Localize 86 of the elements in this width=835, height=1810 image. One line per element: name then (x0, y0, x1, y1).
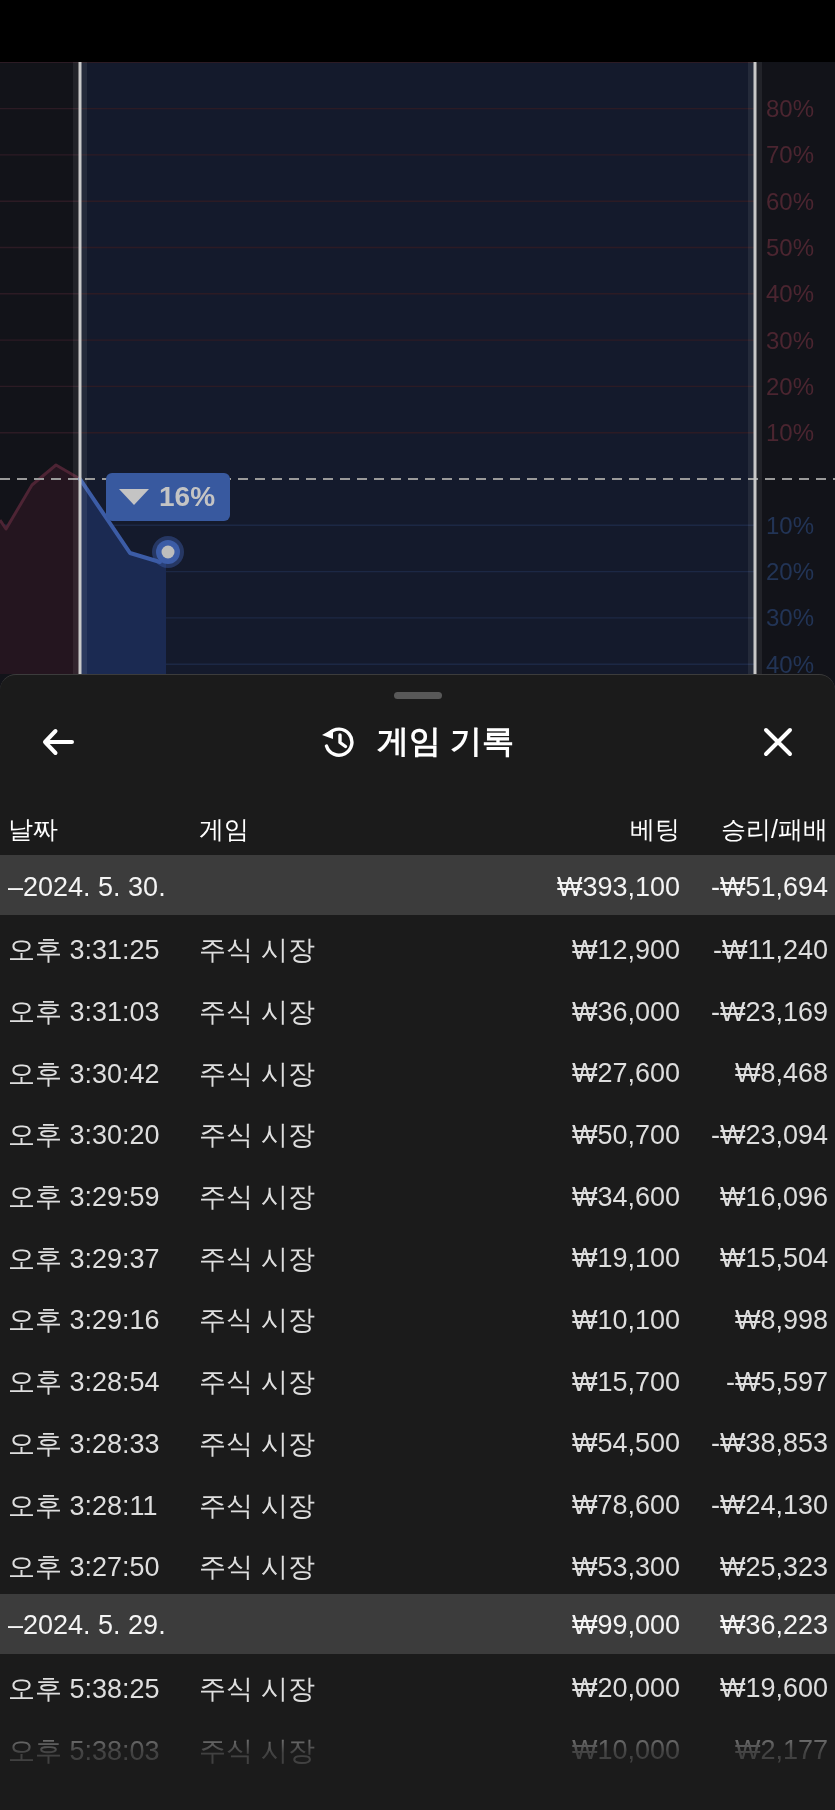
down-triangle-icon (119, 489, 149, 505)
column-header: 베팅 (629, 813, 680, 845)
time-cell-text: 오후 3:27:50 (8, 1551, 161, 1585)
axis-label: 30% (766, 604, 815, 632)
game-cell-text: 주식 시장 (199, 1119, 316, 1153)
axis-label: 20% (766, 372, 815, 400)
bet-cell-text: ₩53,300 (570, 1551, 680, 1583)
bet-cell-text: ₩27,600 (570, 1058, 680, 1090)
bet-cell-text: ₩15,700 (570, 1366, 680, 1398)
result-cell-text: -₩11,240 (711, 934, 828, 966)
bet-cell-text: ₩10,100 (570, 1304, 680, 1336)
game-cell-text: 주식 시장 (199, 1672, 316, 1706)
game-cell-text: 주식 시장 (199, 1366, 316, 1400)
date-group-row[interactable]: –2024. 5. 30. ₩393,100 -₩51,694 (0, 855, 835, 915)
group-date: –2024. 5. 29. (8, 1610, 167, 1642)
time-cell-text: 오후 3:29:59 (8, 1181, 161, 1215)
back-button[interactable] (42, 728, 74, 756)
game-cell-text: 주식 시장 (199, 1057, 316, 1091)
game-cell-text: 주식 시장 (199, 934, 316, 968)
close-icon (763, 727, 793, 757)
point-marker-icon (152, 536, 184, 568)
time-cell-text: 오후 3:29:16 (8, 1304, 161, 1338)
time-cell-text: 오후 3:31:25 (8, 934, 161, 968)
close-button[interactable] (763, 727, 793, 757)
result-cell-text: -₩38,853 (709, 1428, 828, 1460)
date-group-row[interactable]: –2024. 5. 29. ₩99,000 ₩36,223 (0, 1593, 835, 1654)
axis-label: 50% (766, 234, 815, 261)
time-cell-text: 오후 3:28:33 (8, 1427, 161, 1461)
result-cell-text: -₩23,094 (709, 1119, 828, 1151)
game-cell-text: 주식 시장 (199, 996, 316, 1030)
game-cell-text: 주식 시장 (199, 1551, 316, 1585)
group-bet-total: ₩393,100 (555, 871, 680, 903)
time-cell-text: 오후 3:30:42 (8, 1057, 161, 1091)
group-bet-total: ₩99,000 (570, 1610, 680, 1642)
axis-label: 80% (766, 95, 815, 123)
time-cell-text: 오후 3:28:11 (8, 1489, 159, 1523)
change-percent: 16% (159, 481, 216, 513)
column-header: 게임 (199, 813, 250, 845)
group-result-total: ₩36,223 (718, 1610, 828, 1642)
group-date: –2024. 5. 30. (8, 871, 167, 903)
game-cell-text: 주식 시장 (199, 1181, 316, 1215)
history-icon (321, 726, 356, 758)
bet-cell-text: ₩50,700 (570, 1119, 680, 1151)
result-cell-text: -₩5,597 (724, 1366, 828, 1398)
bet-cell-text: ₩10,000 (570, 1735, 680, 1767)
result-cell-text: ₩15,504 (718, 1243, 828, 1275)
result-cell-text: ₩2,177 (733, 1735, 828, 1767)
game-cell-text: 주식 시장 (199, 1304, 316, 1338)
game-cell-text: 주식 시장 (199, 1427, 316, 1461)
result-cell-text: ₩16,096 (718, 1181, 828, 1213)
sheet-title: 게임 기록 (377, 722, 514, 761)
time-cell-text: 오후 5:38:25 (8, 1672, 161, 1706)
axis-label: 40% (766, 650, 815, 674)
column-header: 날짜 (8, 813, 59, 845)
bet-cell-text: ₩78,600 (570, 1490, 680, 1522)
time-cell-text: 오후 5:38:03 (8, 1734, 161, 1768)
time-cell-text: 오후 3:31:03 (8, 996, 161, 1030)
axis-label: 20% (766, 558, 815, 586)
group-result-total: -₩51,694 (709, 871, 828, 903)
bet-cell-text: ₩19,100 (570, 1243, 680, 1275)
result-cell-text: ₩8,468 (733, 1058, 828, 1090)
bet-cell-text: ₩54,500 (570, 1428, 680, 1460)
result-cell-text: ₩8,998 (733, 1304, 828, 1336)
result-cell-text: -₩24,130 (709, 1490, 828, 1522)
axis-label: 10% (766, 419, 815, 447)
axis-label: 60% (766, 187, 815, 215)
axis-label: 40% (766, 280, 815, 308)
game-cell-text: 주식 시장 (199, 1734, 316, 1768)
axis-label: 10% (766, 511, 815, 539)
column-header: 승리/패배 (720, 813, 828, 845)
time-cell-text: 오후 3:28:54 (8, 1366, 161, 1400)
bet-cell-text: ₩34,600 (570, 1181, 680, 1213)
result-cell-text: ₩25,323 (718, 1551, 828, 1583)
bet-cell-text: ₩20,000 (570, 1673, 680, 1705)
bet-cell-text: ₩36,000 (570, 996, 680, 1028)
game-cell-text: 주식 시장 (199, 1489, 316, 1523)
game-cell-text: 주식 시장 (199, 1242, 316, 1276)
time-cell-text: 오후 3:29:37 (8, 1242, 161, 1276)
back-arrow-icon (42, 728, 74, 756)
result-cell-text: ₩19,600 (718, 1673, 828, 1705)
drag-handle[interactable] (393, 692, 442, 699)
axis-label: 30% (766, 326, 815, 354)
axis-label: 70% (766, 141, 815, 169)
time-cell-text: 오후 3:30:20 (8, 1119, 161, 1153)
bet-cell-text: ₩12,900 (570, 934, 680, 966)
result-cell-text: -₩23,169 (709, 996, 828, 1028)
